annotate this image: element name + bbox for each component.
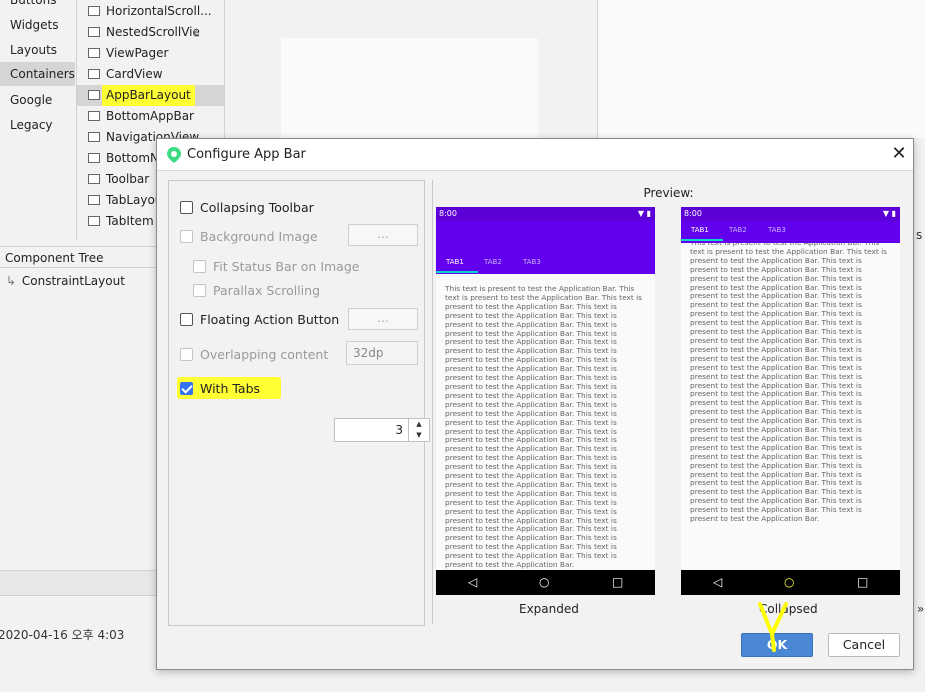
category-google[interactable]: Google bbox=[0, 88, 75, 112]
body-text: This text is present to test the Applica… bbox=[690, 239, 888, 524]
nested-scroll-icon bbox=[88, 27, 100, 37]
tabs-count-value: 3 bbox=[395, 423, 403, 437]
horizontal-scroll-icon bbox=[88, 6, 100, 16]
battery-icon: ▮ bbox=[891, 209, 896, 218]
annotation-arrow-icon bbox=[758, 602, 788, 652]
checkbox-box[interactable] bbox=[193, 260, 206, 273]
navigation-view-icon bbox=[88, 132, 100, 142]
bottom-nav-icon bbox=[88, 153, 100, 163]
back-nav-icon: ◁ bbox=[713, 575, 723, 589]
category-widgets[interactable]: Widgets bbox=[0, 13, 75, 37]
preview-panel: Preview: 8:00 ▼ ▮ TAB1 TAB2 TAB3 This te… bbox=[432, 180, 904, 624]
preview-label: Preview: bbox=[643, 186, 694, 200]
palette-item[interactable]: CardView bbox=[77, 64, 224, 85]
viewpager-icon bbox=[88, 48, 100, 58]
tab-1: TAB1 bbox=[691, 226, 709, 234]
palette-item[interactable]: HorizontalScroll... bbox=[77, 1, 224, 22]
tablayout-icon bbox=[88, 195, 100, 205]
tab-indicator bbox=[436, 271, 478, 273]
fab-browse-button[interactable]: ... bbox=[348, 308, 418, 330]
design-canvas[interactable] bbox=[281, 38, 538, 138]
tab-1: TAB1 bbox=[446, 258, 464, 266]
wifi-icon: ▼ bbox=[637, 209, 645, 218]
background-image-browse-button[interactable]: ... bbox=[348, 224, 418, 246]
recents-nav-icon: □ bbox=[857, 575, 869, 589]
wifi-icon: ▼ bbox=[882, 209, 890, 218]
horizontal-scrollbar[interactable] bbox=[0, 570, 160, 596]
expanded-preview: 8:00 ▼ ▮ TAB1 TAB2 TAB3 This text is pre… bbox=[436, 207, 655, 595]
close-icon[interactable]: ✕ bbox=[889, 143, 909, 165]
category-legacy[interactable]: Legacy bbox=[0, 113, 75, 137]
tab-indicator bbox=[681, 239, 723, 241]
back-nav-icon: ◁ bbox=[468, 575, 478, 589]
spinner-down-icon[interactable]: ▼ bbox=[408, 430, 429, 441]
tab-row: TAB1 TAB2 TAB3 bbox=[681, 223, 900, 241]
android-studio-icon bbox=[167, 147, 181, 163]
nav-bar: ◁ ○ □ bbox=[436, 570, 655, 595]
tree-item-constraintlayout[interactable]: ↳ ConstraintLayout bbox=[6, 274, 125, 288]
dialog-titlebar: Configure App Bar ✕ bbox=[157, 139, 913, 171]
checkbox-box[interactable] bbox=[180, 201, 193, 214]
checkbox-box[interactable] bbox=[180, 230, 193, 243]
tree-node-icon: ↳ bbox=[6, 274, 17, 288]
checkbox-box[interactable] bbox=[180, 313, 193, 326]
appbar-icon bbox=[88, 90, 100, 100]
expanded-caption: Expanded bbox=[519, 602, 579, 616]
cardview-icon bbox=[88, 69, 100, 79]
tabitem-icon bbox=[88, 216, 100, 226]
options-panel: Collapsing Toolbar Background Image ... … bbox=[168, 180, 430, 626]
cancel-button[interactable]: Cancel bbox=[828, 633, 900, 657]
checkbox-box[interactable] bbox=[193, 284, 206, 297]
toolbar-icon bbox=[88, 174, 100, 184]
spinner-up-icon[interactable]: ▲ bbox=[408, 419, 429, 430]
download-icon[interactable]: ⤓ bbox=[194, 22, 199, 43]
bottom-appbar-icon bbox=[88, 111, 100, 121]
tab-2: TAB2 bbox=[484, 258, 502, 266]
tab-2: TAB2 bbox=[729, 226, 747, 234]
tabs-count-spinner[interactable]: 3 ▲ ▼ bbox=[334, 418, 430, 442]
configure-app-bar-dialog: Configure App Bar ✕ Collapsing Toolbar B… bbox=[156, 138, 914, 670]
status-bar: 8:00 ▼ ▮ bbox=[436, 207, 655, 221]
overlap-value-field[interactable]: 32dp bbox=[346, 341, 418, 365]
app-bar: TAB1 TAB2 TAB3 bbox=[681, 221, 900, 243]
nav-bar: ◁ ○ □ bbox=[681, 570, 900, 595]
category-containers[interactable]: Containers bbox=[0, 62, 75, 86]
collapsed-preview: 8:00 ▼ ▮ This text is present to test th… bbox=[681, 207, 900, 595]
home-nav-icon: ○ bbox=[539, 575, 550, 589]
clipped-text: » bbox=[917, 602, 925, 616]
checkbox-box[interactable] bbox=[180, 382, 193, 395]
palette-categories: Buttons Widgets Layouts Containers Googl… bbox=[0, 0, 75, 240]
category-layouts[interactable]: Layouts bbox=[0, 38, 75, 62]
category-buttons[interactable]: Buttons bbox=[0, 0, 75, 12]
palette-item[interactable]: ViewPager bbox=[77, 43, 224, 64]
home-nav-icon: ○ bbox=[784, 575, 795, 589]
component-tree-header: Component Tree bbox=[0, 246, 158, 268]
clipped-text: s bbox=[916, 228, 923, 242]
checkbox-box[interactable] bbox=[180, 348, 193, 361]
status-bar: 8:00 ▼ ▮ bbox=[681, 207, 900, 221]
palette-item-appbarlayout[interactable]: AppBarLayout bbox=[77, 85, 224, 106]
app-bar: TAB1 TAB2 TAB3 bbox=[436, 221, 655, 274]
palette-item[interactable]: NestedScrollVie ⤓ bbox=[77, 22, 224, 43]
attributes-area bbox=[597, 0, 925, 138]
palette-item[interactable]: BottomAppBar bbox=[77, 106, 224, 127]
tab-row: TAB1 TAB2 TAB3 bbox=[436, 255, 655, 273]
body-text: This text is present to test the Applica… bbox=[445, 285, 643, 569]
recents-nav-icon: □ bbox=[612, 575, 624, 589]
tab-3: TAB3 bbox=[523, 258, 541, 266]
dialog-title: Configure App Bar bbox=[187, 147, 306, 162]
battery-icon: ▮ bbox=[646, 209, 651, 218]
timestamp: 2020-04-16 오후 4:03 bbox=[0, 628, 125, 642]
tab-3: TAB3 bbox=[768, 226, 786, 234]
